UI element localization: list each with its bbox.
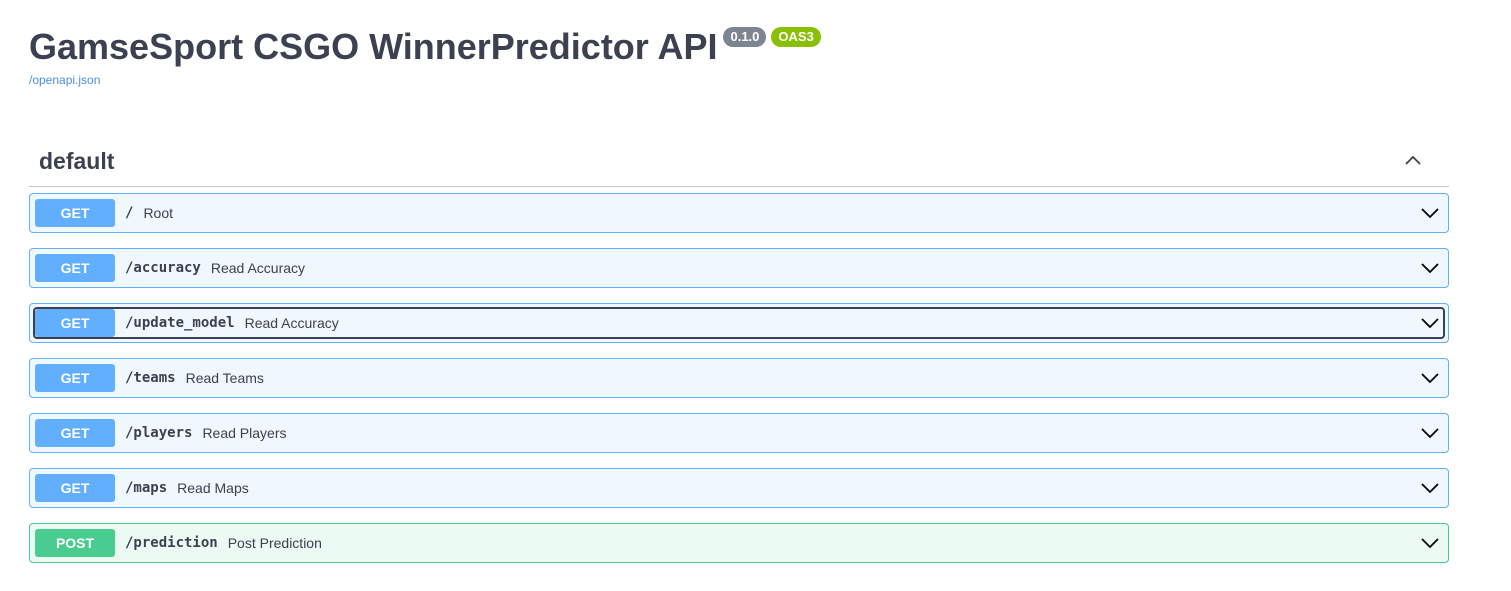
operation-summary-text: Read Players — [202, 425, 287, 441]
version-badge: 0.1.0 — [723, 27, 767, 47]
chevron-down-icon[interactable] — [1420, 258, 1440, 278]
operation-get-root[interactable]: GET / Root — [29, 193, 1449, 233]
operation-get-accuracy[interactable]: GET /accuracy Read Accuracy — [29, 248, 1449, 288]
chevron-down-icon[interactable] — [1420, 478, 1440, 498]
operation-get-players[interactable]: GET /players Read Players — [29, 413, 1449, 453]
method-badge: GET — [35, 309, 115, 337]
operations-list: GET / Root GET /accuracy Read Accuracy G… — [29, 193, 1449, 578]
chevron-down-icon[interactable] — [1420, 368, 1440, 388]
chevron-down-icon[interactable] — [1420, 313, 1440, 333]
operation-summary-text: Read Accuracy — [210, 260, 306, 276]
swagger-page: GamseSport CSGO WinnerPredictor API 0.1.… — [0, 0, 1511, 591]
operation-summary-text: Read Accuracy — [244, 315, 339, 331]
title-row: GamseSport CSGO WinnerPredictor API 0.1.… — [29, 26, 821, 68]
api-info: GamseSport CSGO WinnerPredictor API 0.1.… — [29, 26, 821, 87]
operation-summary[interactable]: GET /teams Read Teams — [34, 363, 1444, 393]
operation-path: /accuracy — [125, 260, 201, 276]
operation-path: / — [125, 205, 134, 221]
method-badge: GET — [35, 254, 115, 282]
operation-summary-text: Read Teams — [185, 370, 264, 386]
openapi-json-link[interactable]: /openapi.json — [29, 73, 821, 87]
operation-path: /maps — [125, 480, 168, 496]
operation-get-maps[interactable]: GET /maps Read Maps — [29, 468, 1449, 508]
default-section-header[interactable]: default — [29, 140, 1449, 187]
operation-summary[interactable]: GET /update_model Read Accuracy — [33, 307, 1445, 339]
method-badge: GET — [35, 199, 115, 227]
method-badge: GET — [35, 474, 115, 502]
chevron-down-icon[interactable] — [1420, 203, 1440, 223]
operation-summary-text: Read Maps — [177, 480, 249, 496]
operation-get-teams[interactable]: GET /teams Read Teams — [29, 358, 1449, 398]
operation-path: /prediction — [125, 535, 218, 551]
operation-summary[interactable]: GET /maps Read Maps — [34, 473, 1444, 503]
section-title: default — [39, 147, 115, 174]
method-badge: GET — [35, 419, 115, 447]
oas-badge: OAS3 — [771, 27, 821, 47]
operation-summary[interactable]: POST /prediction Post Prediction — [34, 528, 1444, 558]
operation-path: /teams — [125, 370, 176, 386]
chevron-down-icon[interactable] — [1420, 423, 1440, 443]
operation-get-update-model[interactable]: GET /update_model Read Accuracy — [29, 303, 1449, 343]
operation-path: /players — [125, 425, 193, 441]
api-title: GamseSport CSGO WinnerPredictor API — [29, 26, 718, 67]
operation-summary[interactable]: GET / Root — [34, 198, 1444, 228]
method-badge: POST — [35, 529, 115, 557]
operation-post-prediction[interactable]: POST /prediction Post Prediction — [29, 523, 1449, 563]
chevron-up-icon[interactable] — [1401, 149, 1425, 173]
chevron-down-icon[interactable] — [1420, 533, 1440, 553]
operation-summary[interactable]: GET /accuracy Read Accuracy — [34, 253, 1444, 283]
operation-summary[interactable]: GET /players Read Players — [34, 418, 1444, 448]
operation-path: /update_model — [125, 315, 235, 331]
operation-summary-text: Post Prediction — [227, 535, 322, 551]
method-badge: GET — [35, 364, 115, 392]
operation-summary-text: Root — [143, 205, 174, 221]
